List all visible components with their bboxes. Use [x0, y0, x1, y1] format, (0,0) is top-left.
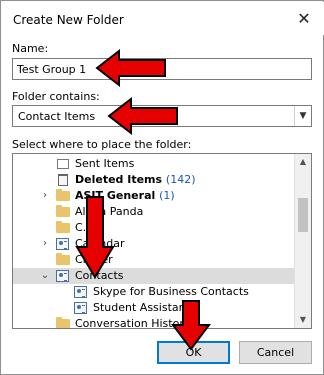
unread-count: (142) — [165, 173, 196, 186]
name-label: Name: — [12, 42, 49, 55]
tree-item-skype-contacts[interactable]: Skype for Business Contacts — [13, 284, 295, 300]
dialog-title: Create New Folder — [13, 13, 124, 27]
folder-contains-select[interactable]: Contact Items ▼ — [12, 105, 312, 127]
chevron-right-icon[interactable]: › — [40, 237, 50, 251]
tree-item-label: Skype for Business Contacts — [93, 285, 249, 298]
scroll-up-icon[interactable]: ▲ — [295, 154, 311, 170]
tree-item-clutter[interactable]: Clutter — [13, 252, 295, 268]
tree-scrollbar[interactable]: ▲ ▼ — [294, 154, 311, 328]
folder-icon — [56, 205, 70, 217]
tree-item-label: ASIT General (1) — [75, 189, 175, 202]
tree-item-alpha-panda[interactable]: Alpha Panda — [13, 204, 295, 220]
tree-item-label: Calendar — [75, 237, 125, 250]
tree-item-conversation-history[interactable]: Conversation History — [13, 316, 295, 329]
tree-item-label: C... — [75, 221, 94, 234]
chevron-down-icon[interactable]: ⌄ — [40, 269, 50, 283]
chevron-down-icon[interactable]: ▼ — [294, 106, 311, 126]
trash-icon — [58, 174, 68, 186]
contacts-icon — [74, 302, 87, 314]
tree-item-sent-items[interactable]: Sent Items — [13, 156, 295, 172]
tree-item-label: Sent Items — [75, 157, 135, 170]
tree-item-label: Alpha Panda — [75, 205, 144, 218]
place-folder-label: Select where to place the folder: — [12, 138, 192, 151]
folder-contains-label: Folder contains: — [12, 90, 100, 103]
tree-item-calendar[interactable]: › Calendar — [13, 236, 295, 252]
tree-item-label: Contacts — [75, 269, 124, 282]
folder-name-input[interactable] — [12, 58, 312, 80]
folder-icon — [56, 317, 70, 328]
tree-item-asit-general[interactable]: › ASIT General (1) — [13, 188, 295, 204]
tree-item-label: Deleted Items (142) — [75, 173, 196, 186]
folder-icon — [56, 189, 70, 201]
unread-count: (1) — [159, 189, 175, 202]
tree-item-label: Conversation History — [75, 317, 191, 329]
folder-icon — [56, 253, 70, 265]
ok-button[interactable]: OK — [157, 341, 230, 364]
cancel-button[interactable]: Cancel — [239, 341, 312, 364]
folder-tree[interactable]: Sent Items Deleted Items (142) › ASIT Ge… — [12, 153, 312, 329]
title-bar: Create New Folder ✕ — [2, 2, 324, 35]
tree-item-folder[interactable]: C... — [13, 220, 295, 236]
folder-contains-value: Contact Items — [18, 110, 96, 123]
tree-item-label: Clutter — [75, 253, 113, 266]
calendar-icon — [56, 238, 69, 250]
contacts-icon — [56, 270, 69, 282]
close-button[interactable]: ✕ — [292, 7, 316, 31]
tree-item-contacts[interactable]: ⌄ Contacts — [13, 268, 295, 284]
folder-icon — [56, 221, 70, 233]
chevron-right-icon[interactable]: › — [40, 189, 50, 203]
scroll-down-icon[interactable]: ▼ — [295, 312, 311, 328]
tree-item-deleted-items[interactable]: Deleted Items (142) — [13, 172, 295, 188]
tree-item-label: Student Assistants — [93, 301, 196, 314]
contacts-icon — [74, 286, 87, 298]
sent-items-icon — [57, 159, 69, 169]
create-new-folder-dialog: Create New Folder ✕ Name: Folder contain… — [0, 0, 324, 375]
scroll-thumb[interactable] — [298, 198, 308, 232]
tree-item-student-assistants[interactable]: Student Assistants — [13, 300, 295, 316]
